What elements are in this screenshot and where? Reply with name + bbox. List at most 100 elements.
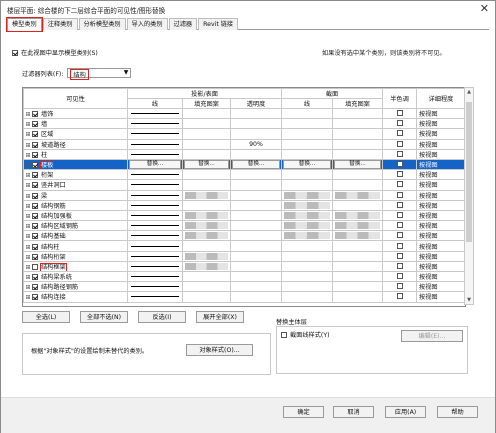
cut-lines-cell[interactable]: [281, 128, 333, 140]
cut-patterns-cell[interactable]: [332, 118, 383, 130]
proj-lines-cell[interactable]: [127, 240, 183, 252]
table-row[interactable]: ⊞ 梁按视图: [23, 189, 465, 201]
category-visibility-checkbox[interactable]: [32, 162, 38, 169]
proj-lines-cell[interactable]: [127, 179, 183, 191]
cut-patterns-cell[interactable]: [332, 260, 383, 273]
cut-patterns-cell[interactable]: [332, 179, 383, 191]
proj-lines-cell[interactable]: [127, 250, 183, 262]
proj-patterns-cell[interactable]: 替换...: [182, 158, 231, 171]
cut-lines-cell[interactable]: [281, 169, 333, 181]
expand-all-button[interactable]: 展开全部(X): [196, 311, 244, 323]
halftone-checkbox[interactable]: [396, 262, 403, 269]
halftone-cell[interactable]: [382, 291, 417, 303]
category-visibility-checkbox[interactable]: [32, 253, 38, 260]
proj-transparency-cell[interactable]: 替换...: [230, 158, 282, 171]
table-scrollbar[interactable]: ▲ ▼: [464, 87, 474, 305]
halftone-cell[interactable]: [382, 158, 417, 171]
cut-lines-cell[interactable]: [281, 209, 333, 222]
detail-level-cell[interactable]: 按视图: [416, 220, 465, 232]
help-button[interactable]: 帮助: [437, 406, 478, 418]
proj-lines-cell[interactable]: 替换...: [127, 158, 183, 171]
halftone-checkbox[interactable]: [396, 191, 403, 198]
halftone-checkbox[interactable]: [396, 171, 403, 178]
select-all-button[interactable]: 全选(L): [22, 311, 70, 323]
expand-icon[interactable]: ⊞: [25, 142, 31, 149]
show-categories-checkbox[interactable]: [12, 49, 18, 56]
proj-lines-cell[interactable]: [127, 291, 183, 303]
proj-patterns-cell[interactable]: [182, 270, 231, 283]
cut-lines-cell[interactable]: [281, 148, 333, 160]
category-visibility-checkbox[interactable]: [32, 294, 38, 301]
table-row[interactable]: ⊞ 结构柱 按视图: [23, 240, 465, 252]
expand-icon[interactable]: ⊞: [25, 213, 31, 220]
detail-level-cell[interactable]: 按视图: [416, 169, 465, 181]
table-row[interactable]: ⊞ 竖井洞口 按视图: [23, 179, 465, 191]
halftone-cell[interactable]: [382, 270, 417, 283]
halftone-cell[interactable]: [382, 118, 417, 130]
table-row[interactable]: ⊞ 楼板 替换... 替换... 替换... 替换... 替换... 按视图: [23, 158, 465, 171]
proj-patterns-cell[interactable]: [182, 230, 231, 242]
table-row[interactable]: ⊞ 结构连接 按视图: [23, 291, 465, 303]
proj-patterns-cell[interactable]: [182, 189, 231, 201]
table-row[interactable]: ⊞ 结构钢筋 按视图: [23, 199, 465, 211]
edit-button[interactable]: 编辑(E)...: [401, 330, 463, 342]
table-row[interactable]: ⊞ 桁架 按视图: [23, 169, 465, 181]
halftone-checkbox[interactable]: [396, 120, 403, 127]
override-button[interactable]: 替换...: [184, 160, 229, 169]
scroll-down-icon[interactable]: ▼: [465, 297, 473, 303]
override-button[interactable]: 替换...: [232, 160, 280, 169]
proj-patterns-cell[interactable]: [182, 107, 231, 120]
halftone-cell[interactable]: [382, 240, 417, 252]
proj-transparency-cell[interactable]: [230, 199, 282, 211]
expand-icon[interactable]: ⊞: [25, 182, 31, 189]
expand-icon[interactable]: ⊞: [25, 254, 31, 261]
cut-lines-cell[interactable]: [281, 281, 333, 293]
table-row[interactable]: ⊞ 结构框架 按视图: [23, 260, 465, 273]
tab-analytical-model-categories[interactable]: 分析模型类别: [78, 18, 126, 30]
category-visibility-checkbox[interactable]: [32, 131, 38, 138]
proj-transparency-cell[interactable]: [230, 209, 282, 222]
proj-lines-cell[interactable]: [127, 128, 183, 140]
category-visibility-checkbox[interactable]: [32, 274, 38, 281]
halftone-checkbox[interactable]: [396, 110, 403, 117]
cut-lines-cell[interactable]: [281, 220, 333, 232]
cut-lines-cell[interactable]: [281, 240, 333, 252]
detail-level-cell[interactable]: 按视图: [416, 189, 465, 201]
cut-patterns-cell[interactable]: 替换...: [332, 158, 383, 171]
proj-patterns-cell[interactable]: [182, 128, 231, 140]
tab-model-categories[interactable]: 模型类别: [6, 17, 43, 32]
expand-icon[interactable]: ⊞: [25, 264, 31, 271]
category-visibility-checkbox[interactable]: [32, 243, 38, 250]
expand-icon[interactable]: ⊞: [25, 172, 31, 179]
ok-button[interactable]: 确定: [283, 406, 324, 418]
halftone-cell[interactable]: [382, 220, 417, 232]
proj-transparency-cell[interactable]: [230, 230, 282, 242]
proj-transparency-cell[interactable]: [230, 260, 282, 273]
halftone-cell[interactable]: [382, 209, 417, 222]
halftone-cell[interactable]: [382, 128, 417, 140]
proj-transparency-cell[interactable]: [230, 148, 282, 160]
category-visibility-checkbox[interactable]: [32, 212, 38, 219]
cut-lines-cell[interactable]: [281, 250, 333, 262]
override-button[interactable]: 替换...: [129, 160, 181, 169]
proj-patterns-cell[interactable]: [182, 240, 231, 252]
select-none-button[interactable]: 全部不选(N): [80, 311, 128, 323]
detail-level-cell[interactable]: 按视图: [416, 118, 465, 130]
category-visibility-checkbox[interactable]: [32, 284, 38, 291]
override-button[interactable]: 替换...: [283, 160, 331, 169]
category-visibility-checkbox[interactable]: [32, 172, 38, 179]
proj-patterns-cell[interactable]: [182, 118, 231, 130]
cut-lines-cell[interactable]: [281, 199, 333, 211]
table-row[interactable]: ⊞ 柱按视图: [23, 148, 465, 160]
proj-transparency-cell[interactable]: [230, 128, 282, 140]
proj-transparency-cell[interactable]: [230, 220, 282, 232]
expand-icon[interactable]: ⊞: [25, 193, 31, 200]
tab-imported-categories[interactable]: 导入的类别: [126, 18, 168, 30]
halftone-checkbox[interactable]: [396, 242, 403, 249]
cut-lines-cell[interactable]: [281, 107, 333, 120]
filter-list-select[interactable]: 结构 ▼: [67, 68, 132, 80]
proj-lines-cell[interactable]: [127, 189, 183, 201]
halftone-checkbox[interactable]: [396, 232, 403, 239]
cut-lines-cell[interactable]: [281, 138, 333, 150]
proj-lines-cell[interactable]: [127, 220, 183, 232]
